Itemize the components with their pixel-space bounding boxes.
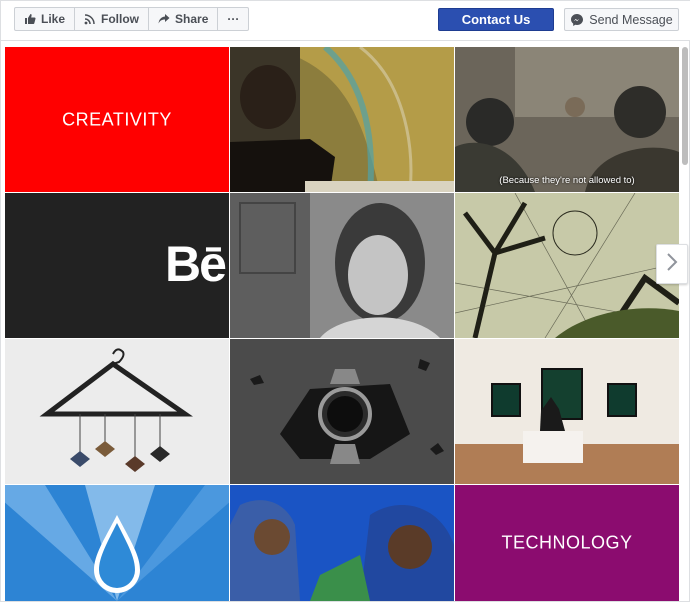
portrait-image bbox=[230, 193, 454, 338]
share-button[interactable]: Share bbox=[149, 8, 219, 30]
contact-us-label: Contact Us bbox=[461, 12, 531, 27]
follow-button[interactable]: Follow bbox=[75, 8, 150, 30]
chevron-right-icon bbox=[666, 252, 678, 277]
soldiers-image bbox=[455, 47, 679, 192]
video-caption: (Because they're not allowed to) bbox=[499, 175, 635, 186]
watch-tile[interactable] bbox=[230, 339, 454, 484]
water-drop-image bbox=[5, 485, 229, 601]
children-image bbox=[230, 485, 454, 601]
creativity-tile[interactable]: CREATIVITY bbox=[5, 47, 229, 192]
follow-label: Follow bbox=[101, 12, 140, 26]
like-label: Like bbox=[41, 12, 66, 26]
messenger-icon bbox=[570, 13, 584, 27]
painting-tile[interactable] bbox=[230, 47, 454, 192]
contact-us-button[interactable]: Contact Us bbox=[438, 8, 554, 31]
page-frame: Like Follow Share ··· Contact Us Send Me… bbox=[0, 0, 690, 602]
scrollbar-thumb[interactable] bbox=[682, 47, 688, 165]
illustration-image bbox=[455, 193, 679, 338]
vertical-scrollbar[interactable] bbox=[682, 47, 688, 599]
send-message-button[interactable]: Send Message bbox=[564, 8, 679, 31]
gallery-tile[interactable] bbox=[455, 339, 679, 484]
behance-logo: Bē bbox=[165, 236, 227, 292]
media-grid: CREATIVITY (Because they're not allowed … bbox=[5, 47, 680, 601]
more-options-button[interactable]: ··· bbox=[218, 8, 248, 30]
page-action-bar: Like Follow Share ··· Contact Us Send Me… bbox=[1, 1, 690, 41]
share-label: Share bbox=[175, 12, 209, 26]
like-button[interactable]: Like bbox=[15, 8, 76, 30]
send-message-label: Send Message bbox=[589, 12, 673, 27]
thumbs-up-icon bbox=[24, 13, 36, 25]
more-label: ··· bbox=[227, 12, 240, 26]
hanger-mobile-image bbox=[5, 339, 229, 484]
creativity-label: CREATIVITY bbox=[62, 109, 172, 129]
watch-image bbox=[230, 339, 454, 484]
hanger-tile[interactable] bbox=[5, 339, 229, 484]
technology-tile[interactable]: TECHNOLOGY bbox=[455, 485, 679, 601]
share-arrow-icon bbox=[158, 13, 170, 25]
technology-label: TECHNOLOGY bbox=[501, 532, 633, 553]
painting-image bbox=[230, 47, 454, 192]
children-tile[interactable] bbox=[230, 485, 454, 601]
gallery-image bbox=[455, 339, 679, 484]
behance-tile[interactable]: Bē bbox=[5, 193, 229, 338]
water-drop-tile[interactable] bbox=[5, 485, 229, 601]
soldiers-tile[interactable]: (Because they're not allowed to) bbox=[455, 47, 679, 192]
page-actions-group: Like Follow Share ··· bbox=[14, 7, 250, 31]
rss-icon bbox=[84, 13, 96, 25]
illustration-tile[interactable] bbox=[455, 193, 679, 338]
portrait-tile[interactable] bbox=[230, 193, 454, 338]
